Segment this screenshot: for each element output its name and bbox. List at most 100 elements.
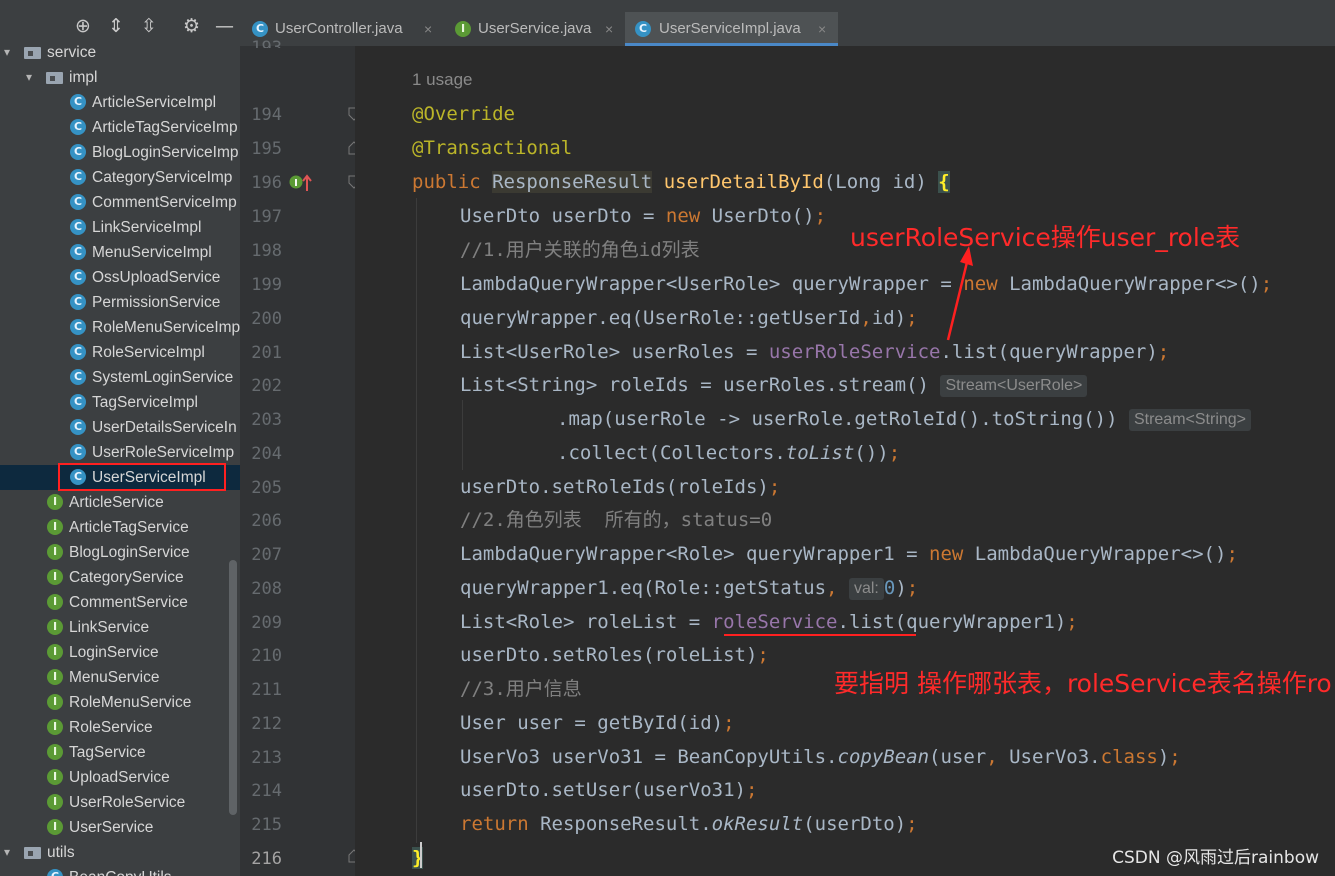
tree-item[interactable]: I UserRoleService: [0, 790, 240, 815]
folder-icon: [24, 47, 41, 59]
annotation-underline: [724, 634, 916, 636]
tree-item[interactable]: C UserRoleServiceImp: [0, 440, 240, 465]
tree-item-label: service: [47, 44, 97, 61]
implements-marker-icon[interactable]: I: [289, 173, 313, 197]
interface-icon: I: [47, 494, 63, 510]
tree-item[interactable]: I BlogLoginService: [0, 540, 240, 565]
close-icon[interactable]: ×: [424, 12, 432, 46]
chevron-down-icon[interactable]: ▾: [4, 40, 10, 65]
tree-item[interactable]: I UploadService: [0, 765, 240, 790]
tree-item[interactable]: C ArticleServiceImpl: [0, 90, 240, 115]
tree-item[interactable]: I MenuService: [0, 665, 240, 690]
close-icon[interactable]: ×: [605, 12, 613, 46]
tree-item[interactable]: C BlogLoginServiceImp: [0, 140, 240, 165]
tree-item[interactable]: I CommentService: [0, 590, 240, 615]
tree-item[interactable]: C CategoryServiceImp: [0, 165, 240, 190]
usage-hint[interactable]: 1 usage: [412, 70, 473, 90]
tab-userservice[interactable]: I UserService.java ×: [455, 12, 620, 46]
tree-item[interactable]: C LinkServiceImpl: [0, 215, 240, 240]
code-line-204: .collect(Collectors.toList());: [557, 442, 901, 464]
class-icon: C: [635, 21, 651, 37]
interface-icon: I: [47, 644, 63, 660]
class-icon: C: [70, 344, 86, 360]
code-line-213: UserVo3 userVo31 = BeanCopyUtils.copyBea…: [460, 746, 1181, 768]
class-icon: C: [70, 369, 86, 385]
tree-item[interactable]: I RoleService: [0, 715, 240, 740]
tab-label: UserController.java: [275, 20, 403, 37]
tree-item[interactable]: C CommentServiceImp: [0, 190, 240, 215]
tree-item[interactable]: I ArticleTagService: [0, 515, 240, 540]
tree-item[interactable]: I CategoryService: [0, 565, 240, 590]
code-line-196: public ResponseResult userDetailById(Lon…: [412, 171, 950, 193]
code-line-209: List<Role> roleList = roleService.list(q…: [460, 611, 1078, 633]
tree-item[interactable]: C OssUploadService: [0, 265, 240, 290]
line-number: 211: [251, 680, 282, 700]
tab-label: UserServiceImpl.java: [659, 20, 801, 37]
tree-item[interactable]: ▾ utils: [0, 840, 240, 865]
tree-item[interactable]: I UserService: [0, 815, 240, 840]
code-line-197: UserDto userDto = new UserDto();: [460, 205, 827, 227]
hide-icon[interactable]: —: [215, 16, 234, 36]
annotation-arrow: [946, 246, 973, 341]
gear-icon[interactable]: ⚙: [183, 16, 200, 36]
line-number: 199: [251, 275, 282, 295]
tree-item-label: SystemLoginService: [92, 369, 234, 386]
expand-all-icon[interactable]: ⇕: [108, 16, 124, 36]
tree-item[interactable]: C PermissionService: [0, 290, 240, 315]
folder-icon: [24, 847, 41, 859]
type-hint-inlay: Stream<UserRole>: [940, 375, 1088, 397]
tree-item-label: PermissionService: [92, 294, 221, 311]
tree-item[interactable]: C UserDetailsServiceIn: [0, 415, 240, 440]
tab-userserviceimpl[interactable]: C UserServiceImpl.java ×: [625, 12, 838, 46]
code-line-202: List<String> roleIds = userRoles.stream(…: [460, 372, 1088, 398]
tree-item-label: RoleMenuService: [69, 694, 192, 711]
tree-item[interactable]: ▾ impl: [0, 65, 240, 90]
line-number-partial: 193: [251, 38, 282, 48]
tree-item-label: CommentServiceImp: [92, 194, 237, 211]
chevron-down-icon[interactable]: ▾: [26, 65, 32, 90]
collapse-all-icon[interactable]: ⇳: [141, 16, 157, 36]
class-icon: C: [70, 444, 86, 460]
tree-item[interactable]: C SystemLoginService: [0, 365, 240, 390]
class-icon: C: [70, 194, 86, 210]
close-icon[interactable]: ×: [818, 12, 826, 46]
tree-item[interactable]: I LoginService: [0, 640, 240, 665]
tree-item-label: ArticleServiceImpl: [92, 94, 217, 111]
tree-item-label: BeanCopyUtils: [69, 865, 172, 876]
class-icon: C: [70, 269, 86, 285]
tree-item-label: CommentService: [69, 594, 188, 611]
chevron-down-icon[interactable]: ▾: [4, 840, 10, 865]
folder-icon: [46, 72, 63, 84]
tree-item-label: CategoryService: [69, 569, 184, 586]
tree-item[interactable]: I TagService: [0, 740, 240, 765]
line-number: 205: [251, 478, 282, 498]
tree-item-label: CategoryServiceImp: [92, 169, 233, 186]
interface-icon: I: [47, 719, 63, 735]
tree-item-label: RoleService: [69, 719, 153, 736]
locate-icon[interactable]: ⊕: [75, 16, 91, 36]
code-line-214: userDto.setUser(userVo31);: [460, 779, 758, 801]
tree-item[interactable]: C BeanCopyUtils: [0, 865, 240, 876]
interface-icon: I: [47, 594, 63, 610]
class-icon: C: [70, 119, 86, 135]
class-icon: C: [70, 244, 86, 260]
code-line-208: queryWrapper1.eq(Role::getStatus, val: 0)…: [460, 577, 919, 600]
tree-item-label: ArticleTagService: [69, 519, 189, 536]
tab-label: UserService.java: [478, 20, 592, 37]
line-number: 202: [251, 376, 282, 396]
tree-item[interactable]: C ArticleTagServiceImp: [0, 115, 240, 140]
tree-item[interactable]: I ArticleService: [0, 490, 240, 515]
tree-item[interactable]: C MenuServiceImpl: [0, 240, 240, 265]
tree-scrollbar[interactable]: [229, 560, 237, 815]
tree-item[interactable]: C RoleServiceImpl: [0, 340, 240, 365]
class-icon: C: [70, 419, 86, 435]
tree-item[interactable]: I RoleMenuService: [0, 690, 240, 715]
line-number: 216: [251, 849, 282, 869]
tree-item-label: TagService: [69, 744, 146, 761]
tree-item[interactable]: ▾ service: [0, 40, 240, 65]
tree-item[interactable]: C RoleMenuServiceImp: [0, 315, 240, 340]
interface-icon: I: [47, 769, 63, 785]
type-hint-inlay: Stream<String>: [1128, 409, 1252, 431]
tree-item[interactable]: I LinkService: [0, 615, 240, 640]
tree-item[interactable]: C TagServiceImpl: [0, 390, 240, 415]
